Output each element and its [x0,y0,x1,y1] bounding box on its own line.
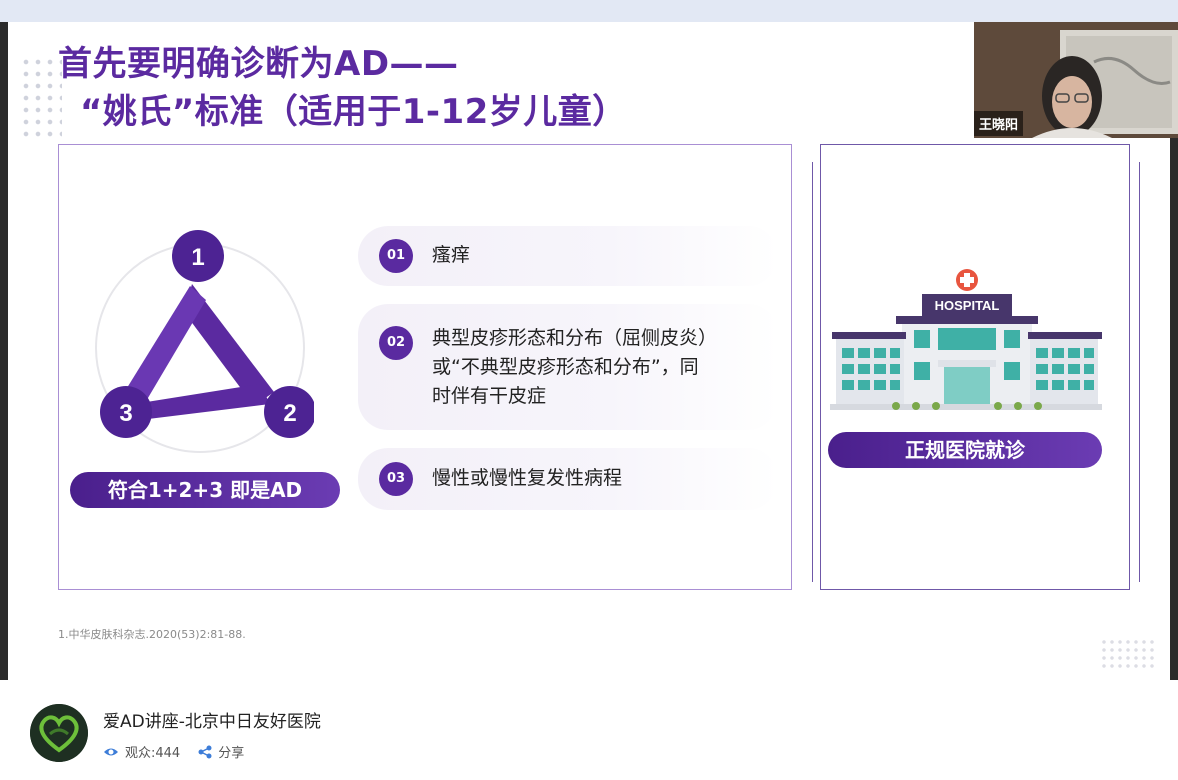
criteria-item-03: 03 慢性或慢性复发性病程 [358,448,778,510]
item-text: 慢性或慢性复发性病程 [432,467,623,489]
decorative-dots-corner [1100,638,1156,672]
video-left-border [0,22,8,680]
hospital-sign-text: HOSPITAL [935,298,1000,313]
criteria-triangle-diagram: 1 3 2 [95,230,314,453]
ad-criteria-pill: 符合1+2+3 即是AD [70,472,340,508]
viewer-count: 观众:444 [103,742,180,761]
channel-avatar[interactable] [30,704,88,762]
node-1-label: 1 [191,244,204,271]
slide-title-line1: 首先要明确诊断为AD—— [58,44,459,84]
share-button[interactable]: 分享 [198,742,244,761]
criteria-item-01: 01 瘙痒 [358,226,778,286]
item-text: 典型皮疹形态和分布（屈侧皮炎） 或“不典型皮疹形态和分布”，同 时伴有干皮症 [432,324,717,411]
heart-logo-icon [30,704,88,762]
hospital-visit-pill: 正规医院就诊 [828,432,1102,468]
item-number-badge: 03 [379,462,413,496]
hospital-entrance [944,366,990,404]
slide-reference: 1.中华皮肤科杂志.2020(53)2:81-88. [58,628,246,641]
share-label: 分享 [218,746,245,761]
share-icon [198,745,212,758]
eye-icon [104,748,118,755]
viewer-count-text: 观众:444 [125,746,181,761]
node-3-label: 3 [119,400,132,427]
item-text-line: 时伴有干皮症 [432,385,547,407]
item-number-badge: 02 [379,326,413,360]
hospital-illustration: HOSPITAL [830,269,1102,410]
browser-top-strip [0,0,1178,22]
slide-title: 首先要明确诊断为AD—— “姚氏”标准（适用于1-12岁儿童） [58,40,627,136]
item-number-badge: 01 [379,239,413,273]
live-room-footer: 爱AD讲座-北京中日友好医院 观众:444 分享 [0,680,1178,780]
room-meta: 观众:444 分享 [103,742,262,761]
slide-title-line2: “姚氏”标准（适用于1-12岁儿童） [80,92,627,132]
triangle-edge-bottom [134,384,270,420]
decorative-dots [20,56,62,138]
room-title: 爱AD讲座-北京中日友好医院 [103,712,321,732]
node-2-label: 2 [283,400,296,427]
item-text: 瘙痒 [432,244,471,266]
item-text-line: 或“不典型皮疹形态和分布”，同 [432,356,699,378]
item-text-line: 典型皮疹形态和分布（屈侧皮炎） [432,327,718,349]
criteria-item-02: 02 典型皮疹形态和分布（屈侧皮炎） 或“不典型皮疹形态和分布”，同 时伴有干皮… [358,304,778,430]
speaker-camera-feed[interactable]: 王晓阳 [974,22,1178,138]
speaker-name-tag: 王晓阳 [974,111,1024,136]
